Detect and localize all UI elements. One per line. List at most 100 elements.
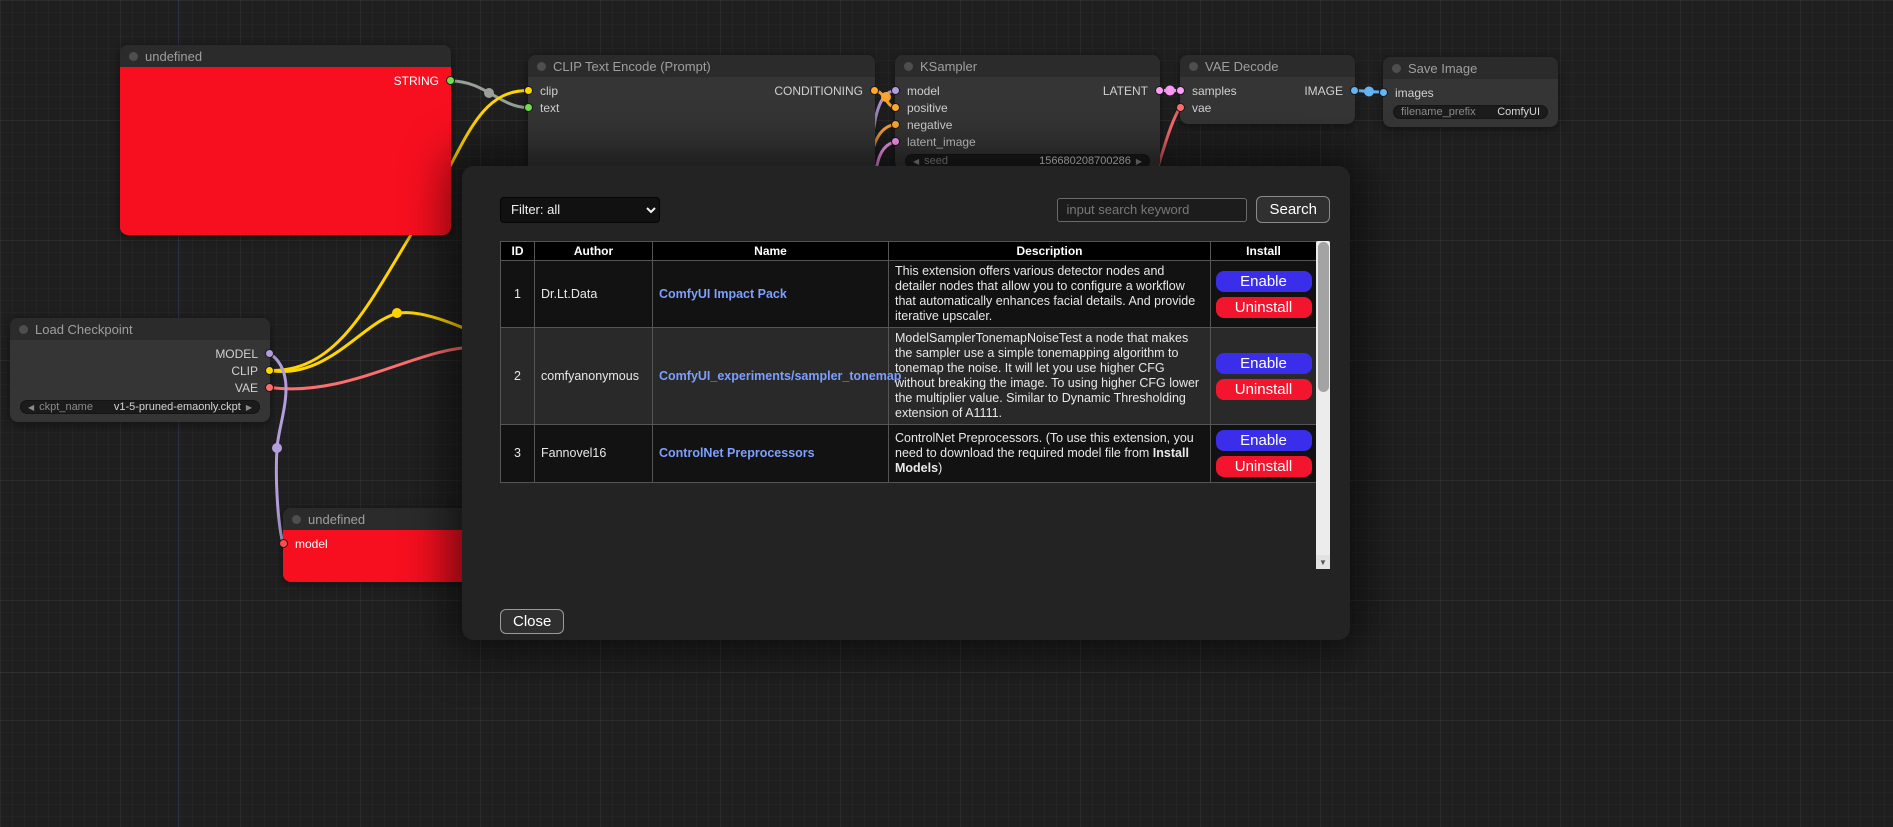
uninstall-button[interactable]: Uninstall (1216, 456, 1312, 477)
node-ksampler[interactable]: KSampler model LATENT positive negative … (895, 55, 1160, 170)
input-label-images: images (1395, 86, 1434, 100)
latent-output-socket[interactable] (1155, 86, 1164, 95)
node-title-bar[interactable]: CLIP Text Encode (Prompt) (528, 55, 875, 77)
samples-input-socket[interactable] (1176, 86, 1185, 95)
node-collapse-dot[interactable] (19, 325, 28, 334)
output-label-vae: VAE (235, 381, 258, 395)
filter-select[interactable]: Filter: all (500, 197, 660, 223)
output-label-string: STRING (394, 74, 439, 88)
node-collapse-dot[interactable] (129, 52, 138, 61)
model-input-socket[interactable] (279, 539, 288, 548)
ckpt-widget-value[interactable]: v1-5-pruned-emaonly.ckpt (114, 401, 241, 413)
input-label-negative: negative (907, 118, 952, 132)
input-label-vae: vae (1192, 101, 1211, 115)
node-title: Load Checkpoint (35, 322, 133, 337)
node-load-checkpoint[interactable]: Load Checkpoint MODEL CLIP VAE ◀ ckpt_na… (10, 318, 270, 422)
extension-link[interactable]: ComfyUI Impact Pack (659, 287, 787, 301)
extension-link[interactable]: ControlNet Preprocessors (659, 446, 815, 460)
cell-author: Fannovel16 (535, 425, 653, 483)
header-name: Name (653, 242, 889, 261)
cell-id: 3 (501, 425, 535, 483)
header-id: ID (501, 242, 535, 261)
string-output-socket[interactable] (446, 76, 455, 85)
node-save-image[interactable]: Save Image images filename_prefix ComfyU… (1383, 57, 1558, 127)
output-label-latent: LATENT (1103, 84, 1148, 98)
input-label-latent-image: latent_image (907, 135, 976, 149)
image-output-socket[interactable] (1350, 86, 1359, 95)
input-label-model: model (295, 537, 328, 551)
filename-prefix-label: filename_prefix (1401, 106, 1476, 118)
extension-link[interactable]: ComfyUI_experiments/sampler_tonemap (659, 369, 901, 383)
cell-description: This extension offers various detector n… (889, 261, 1211, 328)
clip-input-socket[interactable] (524, 86, 533, 95)
vae-input-socket[interactable] (1176, 103, 1185, 112)
header-install: Install (1211, 242, 1317, 261)
output-label-image: IMAGE (1304, 84, 1343, 98)
latent-image-input-socket[interactable] (891, 137, 900, 146)
extension-table-container: ID Author Name Description Install 1 Dr.… (500, 241, 1330, 569)
filename-prefix-widget[interactable]: filename_prefix ComfyUI (1393, 105, 1548, 119)
scrollbar-down-arrow-icon[interactable]: ▼ (1316, 555, 1330, 569)
node-undefined-bottom[interactable]: undefined model (283, 508, 483, 582)
search-input[interactable] (1057, 198, 1247, 222)
filename-prefix-value[interactable]: ComfyUI (1497, 106, 1540, 118)
output-label-conditioning: CONDITIONING (774, 84, 863, 98)
model-output-socket[interactable] (265, 349, 274, 358)
header-author: Author (535, 242, 653, 261)
extension-manager-dialog: Filter: all Search ID Author Name Descri… (462, 166, 1350, 640)
cell-description: ControlNet Preprocessors. (To use this e… (889, 425, 1211, 483)
negative-input-socket[interactable] (891, 120, 900, 129)
uninstall-button[interactable]: Uninstall (1216, 379, 1312, 400)
output-label-clip: CLIP (231, 364, 258, 378)
ckpt-prev-arrow-icon[interactable]: ◀ (28, 403, 34, 412)
enable-button[interactable]: Enable (1216, 271, 1312, 292)
model-input-socket[interactable] (891, 86, 900, 95)
node-undefined-top[interactable]: undefined STRING (120, 45, 451, 235)
input-label-text: text (540, 101, 559, 115)
text-input-socket[interactable] (524, 103, 533, 112)
node-collapse-dot[interactable] (292, 515, 301, 524)
uninstall-button[interactable]: Uninstall (1216, 297, 1312, 318)
scrollbar-track[interactable]: ▼ (1316, 241, 1330, 569)
node-title-bar[interactable]: Load Checkpoint (10, 318, 270, 340)
cell-id: 2 (501, 328, 535, 425)
images-input-socket[interactable] (1379, 88, 1388, 97)
node-title-bar[interactable]: undefined (120, 45, 451, 67)
node-title-bar[interactable]: undefined (283, 508, 483, 530)
clip-output-socket[interactable] (265, 366, 274, 375)
node-title: VAE Decode (1205, 59, 1278, 74)
canvas-grid-line-horizontal (0, 672, 1893, 673)
enable-button[interactable]: Enable (1216, 430, 1312, 451)
conditioning-output-socket[interactable] (870, 86, 879, 95)
ckpt-name-widget[interactable]: ◀ ckpt_name v1-5-pruned-emaonly.ckpt ▶ (20, 400, 260, 414)
node-collapse-dot[interactable] (904, 62, 913, 71)
cell-author: comfyanonymous (535, 328, 653, 425)
node-collapse-dot[interactable] (1392, 64, 1401, 73)
node-collapse-dot[interactable] (537, 62, 546, 71)
node-title: undefined (145, 49, 202, 64)
node-collapse-dot[interactable] (1189, 62, 1198, 71)
enable-button[interactable]: Enable (1216, 353, 1312, 374)
table-row: 1 Dr.Lt.Data ComfyUI Impact Pack This ex… (501, 261, 1317, 328)
positive-input-socket[interactable] (891, 103, 900, 112)
header-description: Description (889, 242, 1211, 261)
node-title: Save Image (1408, 61, 1477, 76)
node-title: KSampler (920, 59, 977, 74)
ckpt-next-arrow-icon[interactable]: ▶ (246, 403, 252, 412)
cell-description: ModelSamplerTonemapNoiseTest a node that… (889, 328, 1211, 425)
seed-increment-arrow-icon[interactable]: ▶ (1136, 157, 1142, 166)
node-title-bar[interactable]: VAE Decode (1180, 55, 1355, 77)
input-label-model: model (907, 84, 940, 98)
search-button[interactable]: Search (1256, 196, 1330, 223)
table-header-row: ID Author Name Description Install (501, 242, 1317, 261)
table-row: 3 Fannovel16 ControlNet Preprocessors Co… (501, 425, 1317, 483)
vae-output-socket[interactable] (265, 383, 274, 392)
cell-id: 1 (501, 261, 535, 328)
node-title-bar[interactable]: Save Image (1383, 57, 1558, 79)
node-vae-decode[interactable]: VAE Decode samples IMAGE vae (1180, 55, 1355, 124)
scrollbar-thumb[interactable] (1318, 242, 1329, 392)
node-title-bar[interactable]: KSampler (895, 55, 1160, 77)
cell-author: Dr.Lt.Data (535, 261, 653, 328)
seed-decrement-arrow-icon[interactable]: ◀ (913, 157, 919, 166)
close-button[interactable]: Close (500, 609, 564, 634)
